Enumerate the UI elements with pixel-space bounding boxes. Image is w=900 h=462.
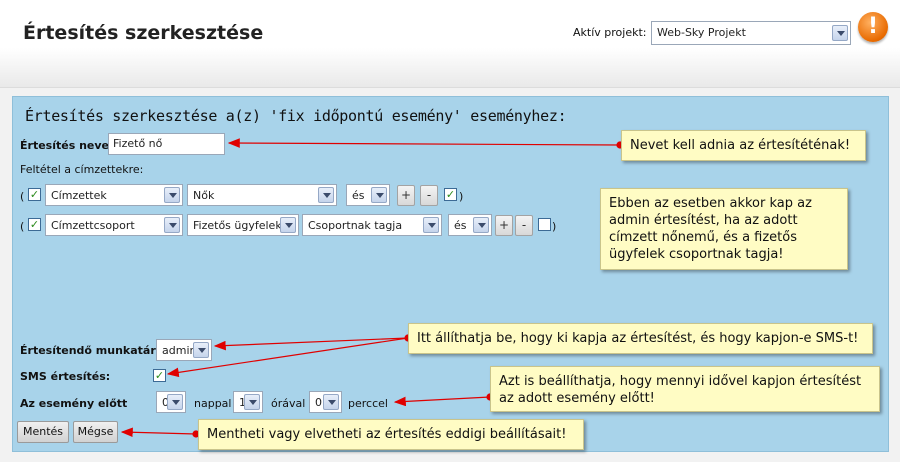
- row2-group-select[interactable]: Fizetős ügyfelek: [187, 214, 299, 236]
- hours-unit-label: órával: [271, 397, 306, 410]
- name-label: Értesítés neve:: [20, 139, 114, 152]
- row1-value-value: Nők: [193, 189, 215, 202]
- row1-remove-button[interactable]: -: [420, 185, 438, 206]
- chevron-down-icon: [193, 342, 209, 358]
- minutes-select[interactable]: 0: [309, 391, 342, 413]
- save-button[interactable]: Mentés: [17, 421, 69, 443]
- active-project-label: Aktív projekt:: [573, 26, 647, 39]
- cancel-button[interactable]: Mégse: [73, 421, 118, 443]
- employee-value: admin: [162, 344, 197, 357]
- row2-negate-checkbox[interactable]: [538, 218, 551, 231]
- before-event-label: Az esemény előtt: [20, 397, 128, 410]
- chevron-down-icon: [318, 187, 334, 203]
- close-paren: ): [552, 220, 557, 233]
- row1-add-button[interactable]: +: [397, 185, 415, 206]
- open-paren: (: [20, 220, 25, 233]
- employee-select[interactable]: admin: [156, 339, 212, 361]
- row2-relation-value: Csoportnak tagja: [308, 219, 403, 232]
- alert-icon[interactable]: !: [858, 12, 888, 42]
- active-project-select[interactable]: Web-Sky Projekt: [651, 21, 851, 45]
- minutes-value: 0: [315, 396, 322, 409]
- row2-field-value: Címzettcsoport: [51, 219, 135, 232]
- note-employee: Itt állíthatja be, hogy ki kapja az érte…: [408, 323, 873, 354]
- name-field[interactable]: Fizető nő: [108, 133, 225, 155]
- row1-negate-checkbox[interactable]: ✓: [444, 188, 457, 201]
- row2-remove-button[interactable]: -: [515, 215, 533, 236]
- sms-label: SMS értesítés:: [20, 370, 111, 383]
- minutes-unit-label: perccel: [348, 397, 388, 410]
- chevron-down-icon: [164, 217, 180, 233]
- chevron-down-icon: [371, 187, 387, 203]
- chevron-down-icon: [164, 187, 180, 203]
- chevron-down-icon: [244, 394, 260, 410]
- days-select[interactable]: 0: [156, 391, 186, 413]
- row2-add-button[interactable]: +: [495, 215, 513, 236]
- row1-value-select[interactable]: Nők: [187, 184, 337, 206]
- row2-checkbox[interactable]: ✓: [28, 218, 41, 231]
- row2-relation-select[interactable]: Csoportnak tagja: [302, 214, 442, 236]
- row2-operator-select[interactable]: és: [448, 214, 492, 236]
- row1-operator-value: és: [352, 189, 365, 202]
- chevron-down-icon: [423, 217, 439, 233]
- chevron-down-icon: [323, 394, 339, 410]
- page-title: Értesítés szerkesztése: [23, 22, 264, 44]
- open-paren: (: [20, 190, 25, 203]
- row1-checkbox[interactable]: ✓: [28, 188, 41, 201]
- row1-field-value: Címzettek: [51, 189, 107, 202]
- note-save: Mentheti vagy elvetheti az értesítés edd…: [198, 419, 584, 450]
- row2-field-select[interactable]: Címzettcsoport: [45, 214, 183, 236]
- chevron-down-icon: [473, 217, 489, 233]
- note-condition: Ebben az esetben akkor kap az admin érte…: [600, 188, 848, 270]
- condition-label: Feltétel a címzettekre:: [20, 163, 144, 176]
- chevron-down-icon: [167, 394, 183, 410]
- note-timing: Azt is beállíthatja, hogy mennyi idővel …: [490, 366, 880, 412]
- chevron-down-icon: [832, 25, 848, 41]
- chevron-down-icon: [280, 217, 296, 233]
- hours-select[interactable]: 1: [233, 391, 263, 413]
- note-name: Nevet kell adnia az értesítéténak!: [621, 130, 866, 161]
- employee-label: Értesítendő munkatárs:: [20, 344, 167, 357]
- close-paren: ): [459, 190, 464, 203]
- days-unit-label: nappal: [194, 397, 232, 410]
- panel-title: Értesítés szerkesztése a(z) 'fix időpont…: [25, 107, 567, 125]
- row1-field-select[interactable]: Címzettek: [45, 184, 183, 206]
- row2-operator-value: és: [454, 219, 467, 232]
- active-project-value: Web-Sky Projekt: [657, 26, 746, 39]
- row2-group-value: Fizetős ügyfelek: [193, 219, 282, 232]
- row1-operator-select[interactable]: és: [346, 184, 390, 206]
- sms-checkbox[interactable]: ✓: [153, 369, 166, 382]
